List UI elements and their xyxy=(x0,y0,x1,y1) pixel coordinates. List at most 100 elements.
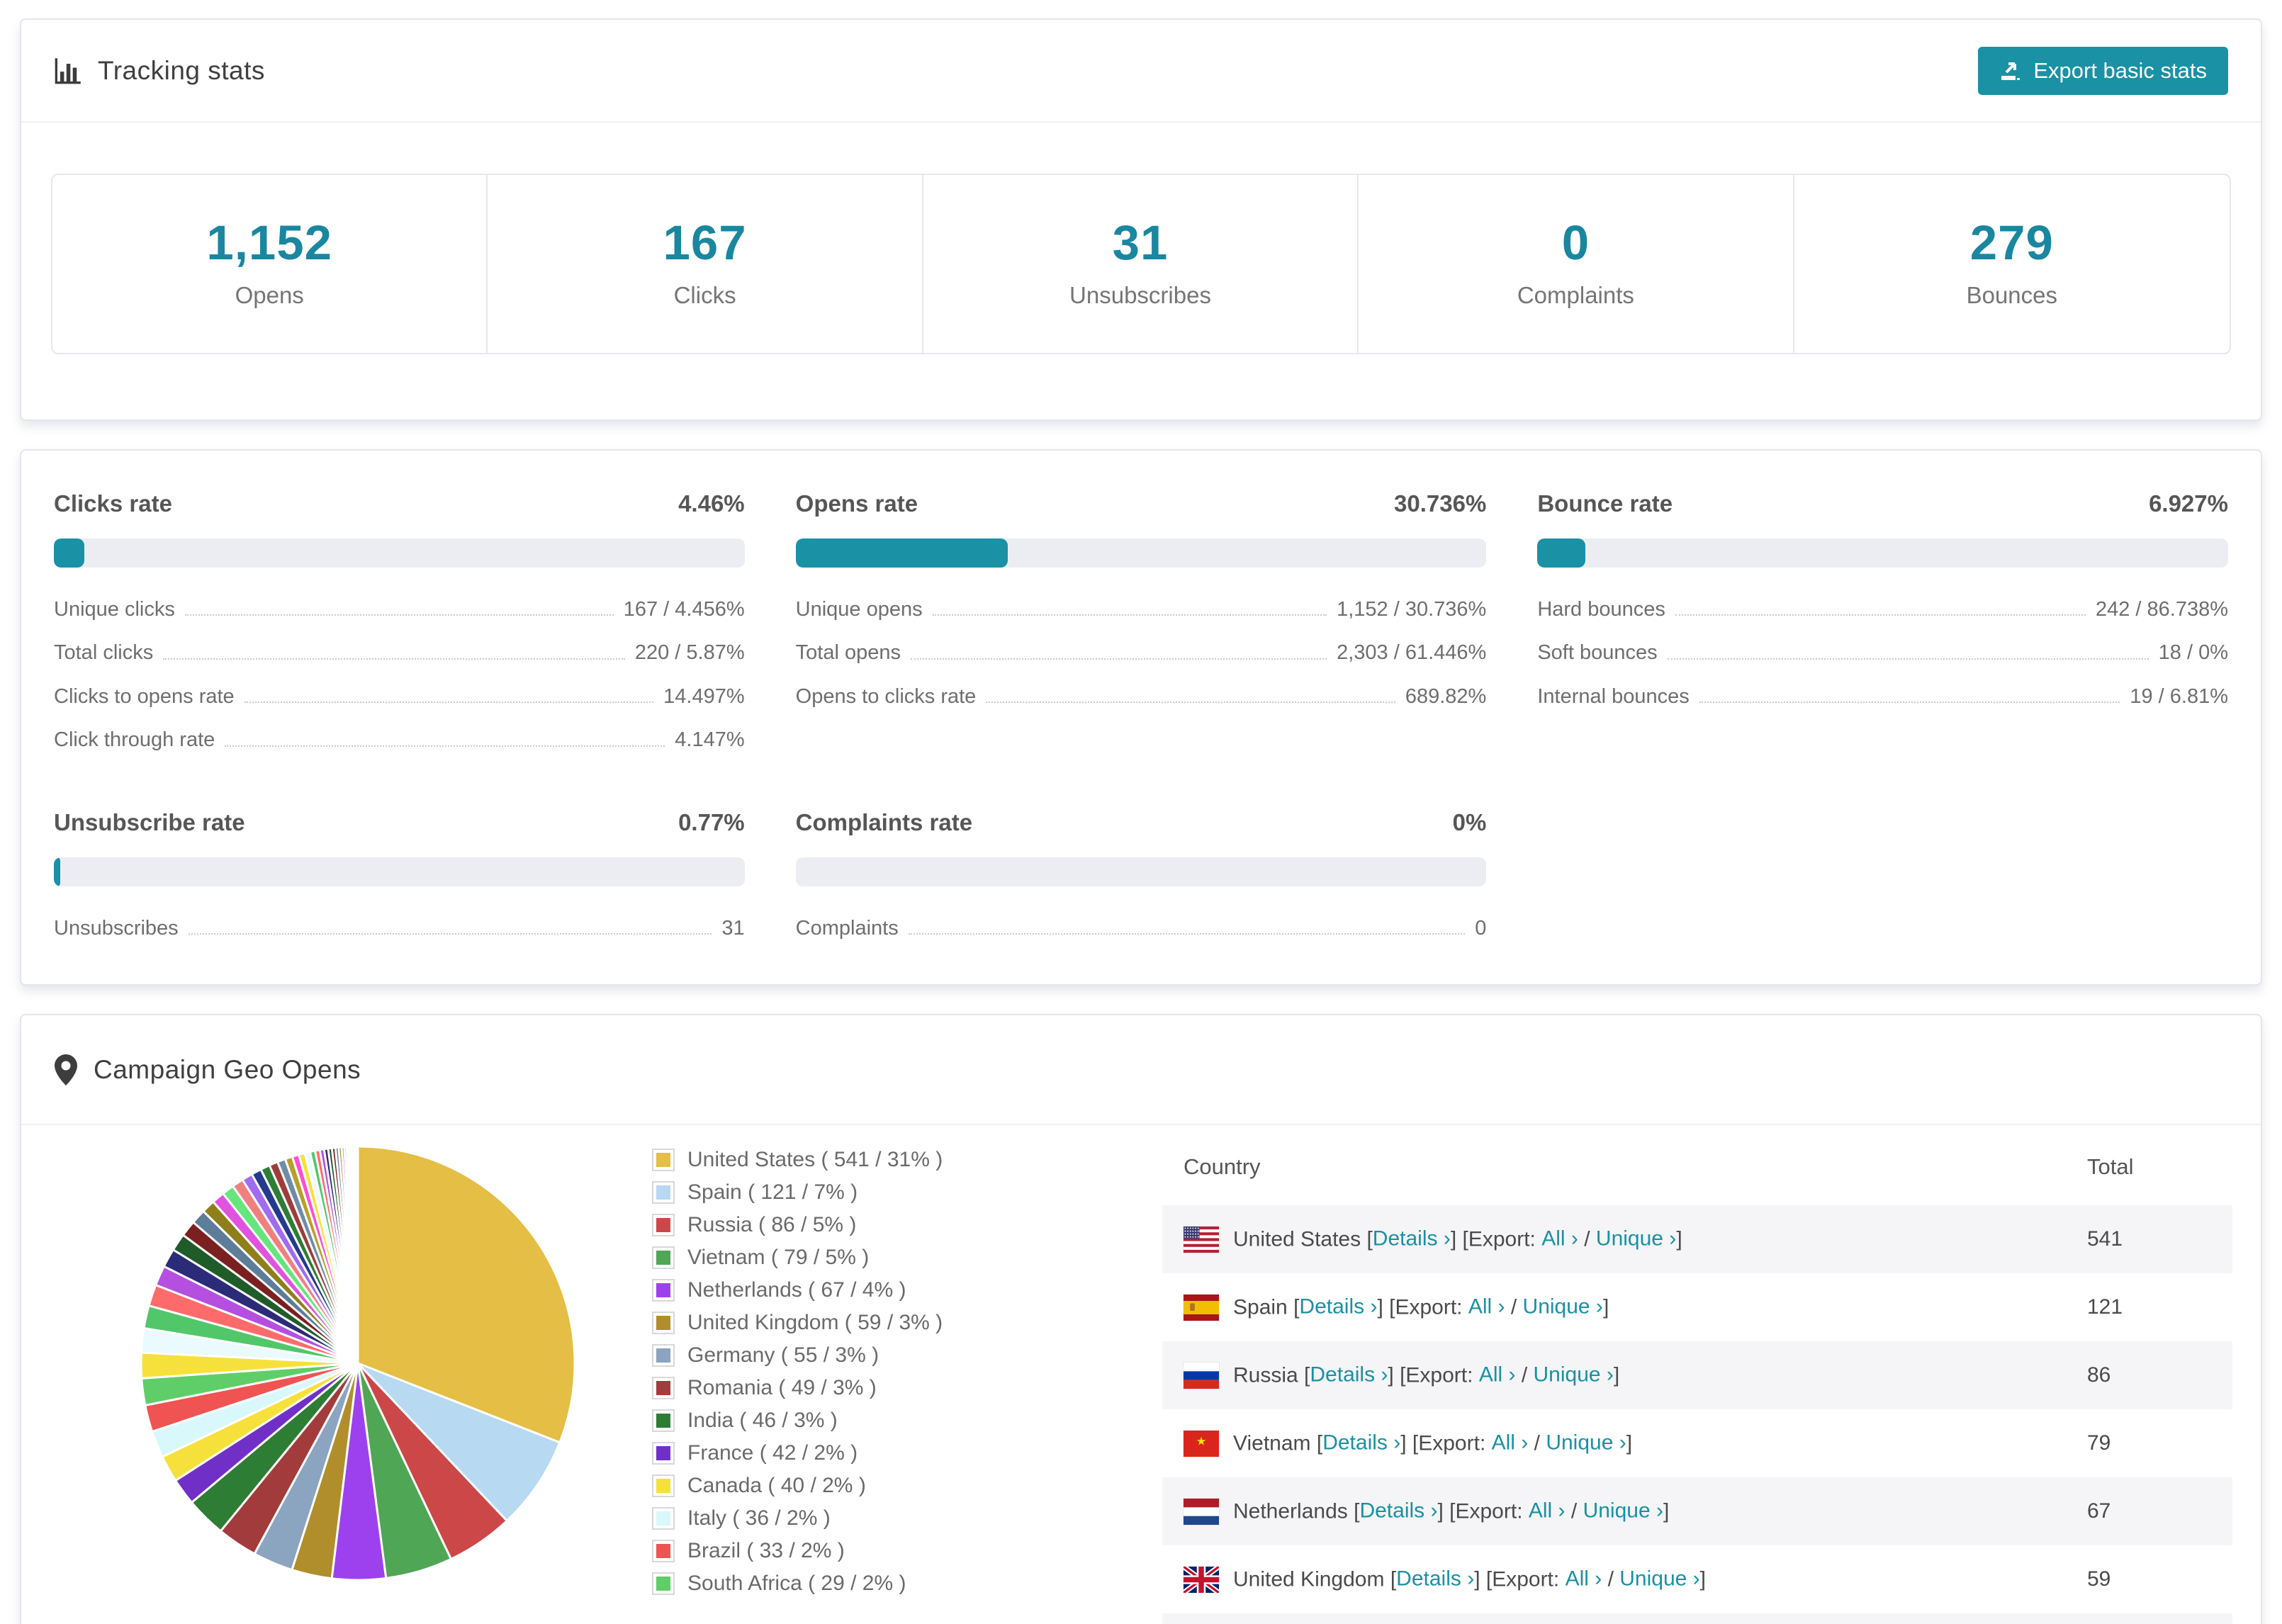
rate-block-opens-rate: Opens rate 30.736% Unique opens 1,152 / … xyxy=(795,490,1487,751)
export-unique-link[interactable]: Unique › xyxy=(1523,1295,1603,1318)
export-unique-link[interactable]: Unique › xyxy=(1534,1363,1614,1386)
details-link[interactable]: Details › xyxy=(1396,1567,1474,1590)
rate-detail-value: 220 / 5.87% xyxy=(634,641,745,665)
details-link[interactable]: Details › xyxy=(1322,1431,1400,1454)
legend-item: United States ( 541 / 31% ) xyxy=(652,1148,1035,1172)
summary-value: 167 xyxy=(663,215,747,270)
dotted-leader xyxy=(244,701,654,704)
legend-item: Canada ( 40 / 2% ) xyxy=(652,1474,1035,1498)
export-all-link[interactable]: All › xyxy=(1566,1567,1602,1590)
legend-item: India ( 46 / 3% ) xyxy=(652,1409,1035,1433)
legend-swatch xyxy=(652,1279,675,1302)
export-unique-link[interactable]: Unique › xyxy=(1596,1227,1676,1250)
legend-label: Brazil ( 33 / 2% ) xyxy=(687,1539,845,1563)
export-basic-stats-button[interactable]: Export basic stats xyxy=(1978,46,2228,95)
summary-cell-bounces: 279 Bounces xyxy=(1794,175,2230,353)
dotted-leader xyxy=(908,933,1466,935)
rate-detail-value: 4.147% xyxy=(675,728,745,752)
legend-swatch xyxy=(652,1572,675,1596)
details-link[interactable]: Details › xyxy=(1359,1499,1437,1522)
geo-opens-card: Campaign Geo Opens United States ( 541 /… xyxy=(20,1014,2262,1624)
rate-progress-fill xyxy=(1537,538,1585,568)
details-link[interactable]: Details › xyxy=(1373,1227,1451,1250)
summary-value: 31 xyxy=(1112,215,1169,270)
legend-swatch xyxy=(652,1344,675,1368)
summary-label: Clicks xyxy=(673,282,736,308)
export-all-link[interactable]: All › xyxy=(1529,1499,1566,1522)
rate-detail-label: Total opens xyxy=(795,641,901,665)
pie-slice-other xyxy=(356,1145,359,1364)
legend-swatch xyxy=(652,1442,675,1465)
summary-section: 1,152 Opens 167 Clicks 31 Unsubscribes 0… xyxy=(21,123,2261,419)
geo-pie-chart xyxy=(138,1144,578,1583)
legend-label: United Kingdom ( 59 / 3% ) xyxy=(687,1311,943,1335)
country-name: Netherlands xyxy=(1233,1499,1348,1523)
rate-detail-value: 19 / 6.81% xyxy=(2130,684,2228,708)
country-total: 55 xyxy=(2066,1613,2232,1624)
dotted-leader xyxy=(163,658,625,660)
rate-progress-fill xyxy=(795,538,1008,568)
rate-detail-row: Total opens 2,303 / 61.446% xyxy=(795,641,1487,665)
export-icon xyxy=(1999,60,2022,82)
country-total: 121 xyxy=(2087,1295,2123,1319)
country-total: 59 xyxy=(2087,1567,2111,1591)
rate-detail-row: Unsubscribes 31 xyxy=(54,916,745,940)
country-name: Russia xyxy=(1233,1363,1298,1387)
summary-cell-unsubscribes: 31 Unsubscribes xyxy=(923,175,1359,353)
rate-detail-row: Total clicks 220 / 5.87% xyxy=(54,641,745,665)
export-all-link[interactable]: All › xyxy=(1541,1227,1578,1250)
legend-swatch xyxy=(652,1474,675,1498)
rate-detail-value: 242 / 86.738% xyxy=(2095,598,2228,621)
summary-cell-opens: 1,152 Opens xyxy=(52,175,488,353)
legend-swatch xyxy=(652,1312,675,1335)
legend-item: Russia ( 86 / 5% ) xyxy=(652,1213,1035,1237)
dotted-leader xyxy=(188,933,712,935)
legend-swatch xyxy=(652,1246,675,1270)
legend-label: Vietnam ( 79 / 5% ) xyxy=(687,1246,870,1270)
page-title: Tracking stats xyxy=(98,55,265,85)
export-all-link[interactable]: All › xyxy=(1492,1431,1529,1454)
legend-label: Russia ( 86 / 5% ) xyxy=(687,1213,857,1237)
rates-grid: Clicks rate 4.46% Unique clicks 167 / 4.… xyxy=(54,490,2228,939)
legend-label: France ( 42 / 2% ) xyxy=(687,1441,858,1465)
export-all-link[interactable]: All › xyxy=(1468,1295,1505,1318)
geo-body: United States ( 541 / 31% ) Spain ( 121 … xyxy=(21,1125,2261,1624)
tracking-stats-page: Tracking stats Export basic stats 1,152 … xyxy=(0,0,2282,1624)
rate-detail-label: Hard bounces xyxy=(1537,598,1665,621)
legend-label: United States ( 541 / 31% ) xyxy=(687,1148,943,1172)
export-unique-link[interactable]: Unique › xyxy=(1583,1499,1663,1522)
rate-value: 6.927% xyxy=(2149,490,2228,517)
rate-detail-label: Clicks to opens rate xyxy=(54,684,235,708)
details-link[interactable]: Details › xyxy=(1310,1363,1388,1386)
total-column-header: Total xyxy=(2087,1154,2134,1180)
rate-block-complaints-rate: Complaints rate 0% Complaints 0 xyxy=(795,808,1487,939)
legend-swatch xyxy=(652,1149,675,1172)
rate-value: 0% xyxy=(1452,808,1487,835)
rate-detail-value: 2,303 / 61.446% xyxy=(1337,641,1487,665)
legend-item: Spain ( 121 / 7% ) xyxy=(652,1180,1035,1205)
legend-label: Italy ( 36 / 2% ) xyxy=(687,1506,831,1530)
country-cell: Vietnam [Details ›] [Export: All › / Uni… xyxy=(1162,1409,2066,1477)
export-unique-link[interactable]: Unique › xyxy=(1619,1567,1699,1590)
rate-detail-value: 167 / 4.456% xyxy=(623,598,745,621)
export-unique-link[interactable]: Unique › xyxy=(1546,1431,1626,1454)
dotted-leader xyxy=(225,745,665,747)
rate-value: 4.46% xyxy=(678,490,745,517)
rate-title: Clicks rate xyxy=(54,490,172,517)
rate-detail-label: Total clicks xyxy=(54,641,154,665)
geo-legend: United States ( 541 / 31% ) Spain ( 121 … xyxy=(652,1148,1035,1604)
geo-table-row: United Kingdom [Details ›] [Export: All … xyxy=(1162,1545,2232,1613)
legend-item: Italy ( 36 / 2% ) xyxy=(652,1506,1035,1530)
details-link[interactable]: Details › xyxy=(1299,1295,1377,1318)
dotted-leader xyxy=(910,658,1327,660)
rate-detail-row: Click through rate 4.147% xyxy=(54,728,745,752)
flag-vn-icon xyxy=(1184,1430,1219,1457)
geo-table-header-row: Country Total xyxy=(1162,1136,2232,1205)
legend-swatch xyxy=(652,1540,675,1563)
summary-value: 1,152 xyxy=(206,215,333,270)
rate-detail-label: Unsubscribes xyxy=(54,916,179,940)
country-cell: United Kingdom [Details ›] [Export: All … xyxy=(1162,1545,2066,1613)
geo-table-row: Germany [Details ›] [Export: All › / Uni… xyxy=(1162,1613,2232,1624)
export-all-link[interactable]: All › xyxy=(1479,1363,1516,1386)
geo-table-row: United States [Details ›] [Export: All ›… xyxy=(1162,1205,2232,1274)
